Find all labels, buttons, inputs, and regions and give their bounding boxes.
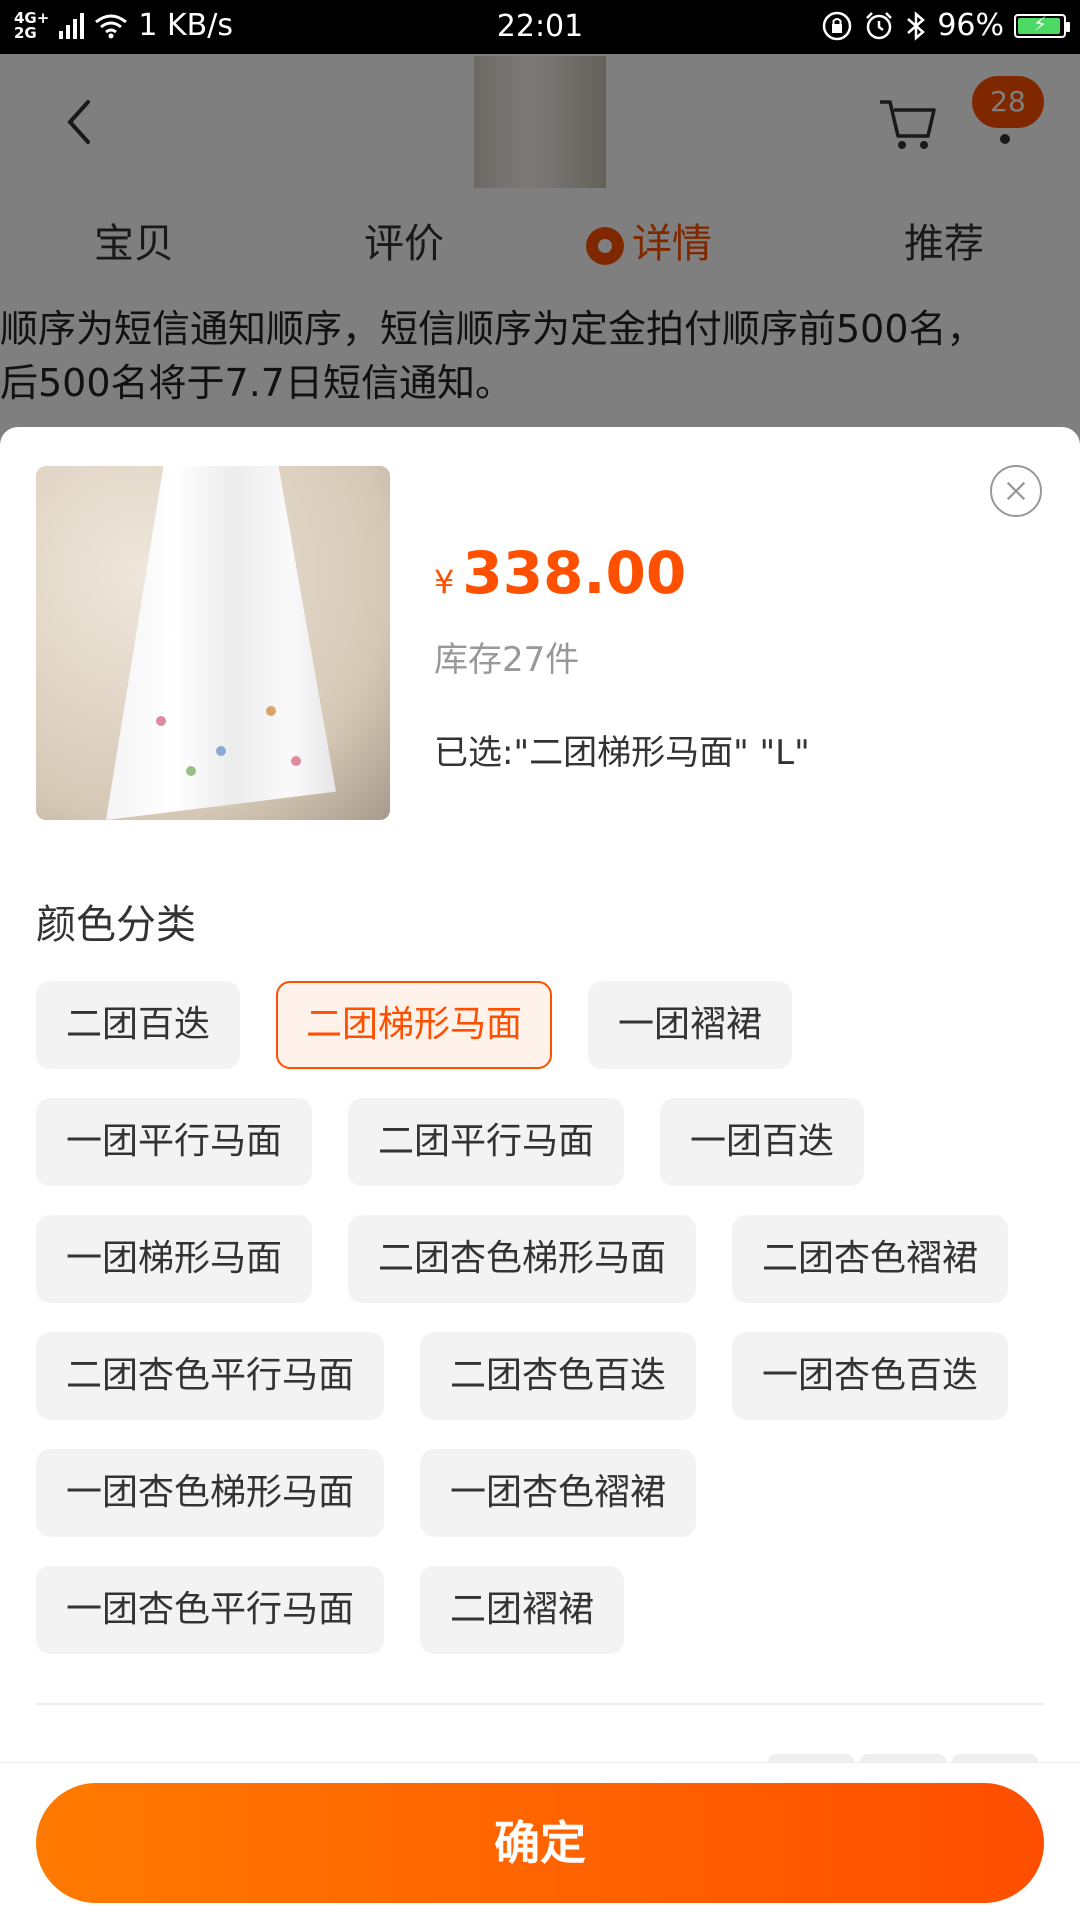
sku-selection-sheet: ¥338.00 库存27件 已选:"二团梯形马面" "L" 颜色分类 二团百迭 …: [0, 427, 1080, 1921]
color-option[interactable]: 二团杏色平行马面: [36, 1332, 384, 1420]
status-right: 96% ⚡: [821, 8, 1070, 43]
price: ¥338.00: [434, 539, 686, 607]
rotation-lock-icon: [823, 11, 852, 40]
selected-summary: 已选:"二团梯形马面" "L": [434, 733, 810, 773]
embroidery-dot: [216, 746, 226, 756]
bluetooth-icon: [907, 10, 926, 41]
color-option[interactable]: 二团杏色褶裙: [732, 1215, 1008, 1303]
color-option[interactable]: 一团平行马面: [36, 1098, 312, 1186]
color-option[interactable]: 二团平行马面: [348, 1098, 624, 1186]
color-option[interactable]: 二团杏色百迭: [420, 1332, 696, 1420]
embroidery-dot: [266, 706, 276, 716]
color-option[interactable]: 二团褶裙: [420, 1566, 624, 1654]
color-option[interactable]: 二团杏色梯形马面: [348, 1215, 696, 1303]
battery-percent: 96%: [937, 8, 1004, 43]
embroidery-dot: [156, 716, 166, 726]
color-option[interactable]: 一团杏色百迭: [732, 1332, 1008, 1420]
alarm-icon: [866, 11, 893, 39]
embroidery-dot: [186, 766, 196, 776]
color-option[interactable]: 一团百迭: [660, 1098, 864, 1186]
currency-symbol: ¥: [434, 563, 455, 601]
color-option[interactable]: 一团杏色平行马面: [36, 1566, 384, 1654]
color-category-title: 颜色分类: [36, 902, 196, 948]
color-option[interactable]: 二团百迭: [36, 981, 240, 1069]
confirm-button[interactable]: 确定: [36, 1783, 1044, 1903]
price-value: 338.00: [462, 539, 687, 607]
charging-bolt-icon: ⚡: [1032, 11, 1048, 36]
close-icon[interactable]: [990, 465, 1042, 517]
skirt-illustration: [106, 466, 336, 820]
section-divider: [36, 1703, 1044, 1705]
bottom-action-bar: 确定: [0, 1762, 1080, 1921]
product-image[interactable]: [36, 466, 390, 820]
stock-count: 库存27件: [434, 640, 580, 680]
status-bar: 4G+ 2G 1 KB/s 22:01 96% ⚡: [0, 0, 1080, 54]
color-option-selected[interactable]: 二团梯形马面: [276, 981, 552, 1069]
color-option[interactable]: 一团杏色梯形马面: [36, 1449, 384, 1537]
color-option[interactable]: 一团杏色褶裙: [420, 1449, 696, 1537]
color-option[interactable]: 一团褶裙: [588, 981, 792, 1069]
embroidery-dot: [291, 756, 301, 766]
color-option[interactable]: 一团梯形马面: [36, 1215, 312, 1303]
battery-icon: ⚡: [1014, 11, 1070, 38]
